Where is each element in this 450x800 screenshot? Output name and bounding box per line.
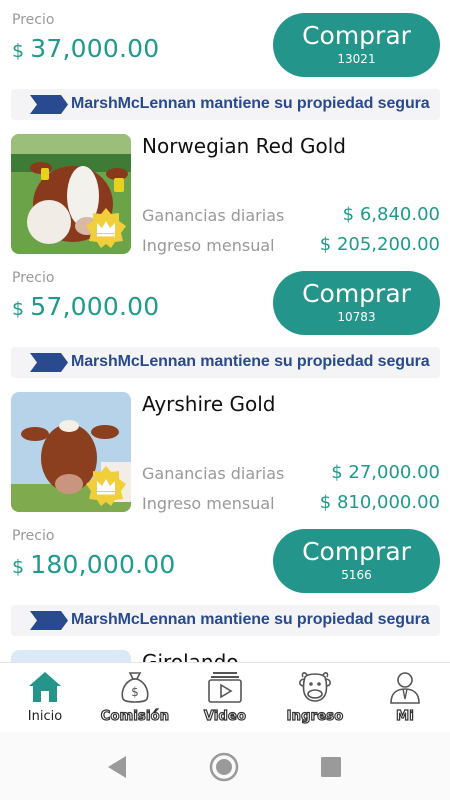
buy-button[interactable]: Comprar 5166	[273, 529, 440, 593]
price-amount: 57,000.00	[30, 292, 160, 321]
monthly-income-value: $ 205,200.00	[319, 234, 440, 255]
marsh-logo-icon	[30, 95, 68, 114]
cow-photo	[11, 650, 131, 662]
product-card[interactable]: Ayrshire Gold Ganancias diarias $ 27,000…	[0, 392, 450, 522]
product-card[interactable]: Girolando	[0, 650, 450, 662]
price-value: $180,000.00	[12, 550, 175, 579]
tab-ingreso[interactable]: Ingreso	[270, 663, 360, 733]
monthly-income-label: Ingreso mensual	[142, 494, 275, 513]
product-name: Ayrshire Gold	[142, 392, 276, 416]
tab-inicio[interactable]: Inicio	[0, 663, 90, 733]
crown-badge-icon	[86, 466, 126, 506]
cow-photo	[11, 134, 131, 254]
buy-count: 10783	[337, 310, 376, 324]
insurance-banner[interactable]: MarshMcLennan mantiene su propiedad segu…	[11, 605, 440, 636]
insurance-banner[interactable]: MarshMcLennan mantiene su propiedad segu…	[11, 347, 440, 378]
cow-icon	[299, 672, 331, 702]
buy-button-label: Comprar	[302, 537, 411, 566]
banner-text: MarshMcLennan mantiene su propiedad segu…	[71, 95, 430, 112]
recents-icon[interactable]	[316, 752, 346, 782]
banner-text: MarshMcLennan mantiene su propiedad segu…	[71, 353, 430, 370]
daily-earnings-label: Ganancias diarias	[142, 464, 285, 483]
tab-comision[interactable]: $ Comisión	[90, 663, 180, 733]
daily-earnings-value: $ 6,840.00	[342, 204, 440, 225]
price-row: Precio $180,000.00 Comprar 5166	[0, 528, 450, 608]
tab-bar: Inicio $ Comisión Video Ingreso Mi	[0, 662, 450, 732]
crown-badge-icon	[86, 208, 126, 248]
insurance-banner[interactable]: MarshMcLennan mantiene su propiedad segu…	[11, 89, 440, 120]
price-value: $37,000.00	[12, 34, 159, 63]
tab-label: Ingreso	[286, 708, 344, 724]
buy-button[interactable]: Comprar 13021	[273, 13, 440, 77]
buy-count: 5166	[341, 568, 372, 582]
tab-label: Inicio	[27, 709, 63, 724]
buy-count: 13021	[337, 52, 376, 66]
price-row: Precio $37,000.00 Comprar 13021	[0, 12, 450, 92]
banner-text: MarshMcLennan mantiene su propiedad segu…	[71, 611, 430, 628]
back-icon[interactable]	[102, 752, 132, 782]
price-row: Precio $57,000.00 Comprar 10783	[0, 270, 450, 350]
buy-button-label: Comprar	[302, 21, 411, 50]
price-label: Precio	[12, 12, 55, 28]
home-icon	[29, 672, 61, 702]
buy-button-label: Comprar	[302, 279, 411, 308]
price-label: Precio	[12, 528, 55, 544]
price-amount: 37,000.00	[30, 34, 160, 63]
cow-photo	[11, 392, 131, 512]
home-circle-icon[interactable]	[209, 752, 239, 782]
tab-mi[interactable]: Mi	[360, 663, 450, 733]
currency-symbol: $	[12, 556, 25, 578]
price-label: Precio	[12, 270, 55, 286]
video-icon	[208, 672, 242, 703]
svg-text:$: $	[131, 685, 139, 699]
tab-label: Mi	[395, 708, 414, 724]
money-bag-icon: $	[121, 672, 149, 703]
user-icon	[390, 672, 420, 704]
product-name: Norwegian Red Gold	[142, 134, 346, 158]
product-card[interactable]: Norwegian Red Gold Ganancias diarias $ 6…	[0, 134, 450, 264]
daily-earnings-value: $ 27,000.00	[331, 462, 440, 483]
monthly-income-label: Ingreso mensual	[142, 236, 275, 255]
product-list[interactable]: Precio $37,000.00 Comprar 13021 MarshMcL…	[0, 0, 450, 662]
price-value: $57,000.00	[12, 292, 159, 321]
marsh-logo-icon	[30, 353, 68, 372]
tab-label: Video	[203, 708, 247, 724]
buy-button[interactable]: Comprar 10783	[273, 271, 440, 335]
marsh-logo-icon	[30, 611, 68, 630]
currency-symbol: $	[12, 298, 25, 320]
price-amount: 180,000.00	[30, 550, 176, 579]
currency-symbol: $	[12, 40, 25, 62]
tab-video[interactable]: Video	[180, 663, 270, 733]
tab-label: Comisión	[100, 708, 170, 724]
monthly-income-value: $ 810,000.00	[319, 492, 440, 513]
daily-earnings-label: Ganancias diarias	[142, 206, 285, 225]
product-name: Girolando	[142, 650, 239, 662]
system-navigation-bar	[0, 732, 450, 800]
